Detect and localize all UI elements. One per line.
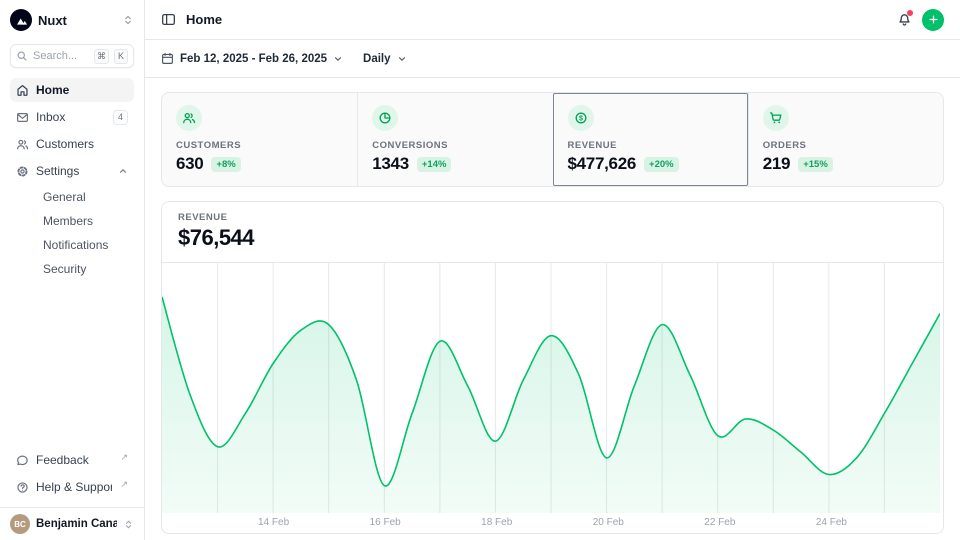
sidebar-item-label: Home [36, 83, 128, 97]
stat-label: ORDERS [763, 140, 929, 151]
add-button[interactable] [922, 9, 944, 31]
chevron-up-icon [118, 166, 128, 176]
kbd-k: K [114, 49, 128, 64]
date-range-picker[interactable]: Feb 12, 2025 - Feb 26, 2025 [161, 52, 343, 65]
stat-card-customers[interactable]: CUSTOMERS 630 +8% [162, 93, 357, 186]
chevrons-up-down-icon[interactable] [122, 14, 134, 26]
stat-card-revenue[interactable]: $ REVENUE $477,626 +20% [553, 93, 748, 186]
settings-submenu: General Members Notifications Security [10, 186, 134, 279]
sidebar-footer: Feedback ↗ Help & Support ↗ [0, 444, 144, 507]
notifications-button[interactable] [897, 12, 912, 27]
pie-chart-icon [372, 105, 398, 131]
sidebar-subitem-security[interactable]: Security [37, 258, 134, 279]
revenue-chart-card: REVENUE $76,544 14 Feb 16 Feb 18 Feb 20 Feb… [161, 201, 944, 534]
sidebar-header: Nuxt [0, 0, 144, 40]
plus-icon [928, 14, 939, 25]
users-icon [16, 138, 29, 151]
granularity-select[interactable]: Daily [363, 53, 407, 65]
kbd-meta: ⌘ [94, 49, 109, 64]
main-area: Home Feb 12, 2025 - Feb 26, 2025 Daily [145, 0, 960, 540]
chevron-down-icon [397, 54, 407, 64]
search-icon [16, 50, 28, 62]
stat-value: $477,626 [568, 154, 637, 174]
stat-value: 219 [763, 154, 790, 174]
sidebar-item-label: Inbox [36, 110, 106, 124]
stat-label: CONVERSIONS [372, 140, 538, 151]
message-circle-icon [16, 454, 29, 467]
footer-item-label: Help & Support [36, 480, 112, 494]
inbox-icon [16, 111, 29, 124]
help-circle-icon [16, 481, 29, 494]
stat-card-orders[interactable]: ORDERS 219 +15% [748, 93, 943, 186]
sidebar-item-label: Settings [36, 164, 111, 178]
dollar-circle-icon: $ [568, 105, 594, 131]
stat-label: REVENUE [568, 140, 734, 151]
feedback-link[interactable]: Feedback ↗ [10, 448, 134, 472]
home-icon [16, 84, 29, 97]
search-input[interactable]: Search... ⌘ K [10, 44, 134, 68]
inbox-count-badge: 4 [113, 110, 128, 125]
user-name: Benjamin Canac [36, 518, 117, 530]
chevrons-up-down-icon [123, 519, 134, 530]
chart-current-value: $76,544 [178, 225, 927, 251]
footer-item-label: Feedback [36, 453, 112, 467]
stat-value: 1343 [372, 154, 409, 174]
users-icon [176, 105, 202, 131]
stat-delta-badge: +20% [644, 157, 679, 172]
chart-body: 14 Feb 16 Feb 18 Feb 20 Feb 22 Feb 24 Feb [162, 263, 943, 533]
stats-row: CUSTOMERS 630 +8% CONVERSIONS 1343 +14% [161, 92, 944, 187]
stat-value: 630 [176, 154, 203, 174]
x-axis-tick: 22 Feb [704, 517, 735, 528]
calendar-icon [161, 52, 174, 65]
date-range-value: Feb 12, 2025 - Feb 26, 2025 [180, 53, 327, 65]
sidebar: Nuxt Search... ⌘ K Home Inbox 4 [0, 0, 145, 540]
page-title: Home [186, 12, 222, 27]
x-axis-tick: 16 Feb [370, 517, 401, 528]
dashboard-content: CUSTOMERS 630 +8% CONVERSIONS 1343 +14% [145, 78, 960, 540]
granularity-value: Daily [363, 53, 391, 65]
stat-delta-badge: +14% [417, 157, 452, 172]
avatar: BC [10, 514, 30, 534]
user-menu[interactable]: BC Benjamin Canac [0, 507, 144, 540]
external-link-icon: ↗ [120, 479, 128, 490]
x-axis: 14 Feb 16 Feb 18 Feb 20 Feb 22 Feb 24 Feb [162, 513, 943, 533]
stat-delta-badge: +15% [798, 157, 833, 172]
gear-icon [16, 165, 29, 178]
chart-title: REVENUE [178, 212, 927, 223]
help-support-link[interactable]: Help & Support ↗ [10, 475, 134, 499]
x-axis-tick: 20 Feb [593, 517, 624, 528]
x-axis-tick: 14 Feb [258, 517, 289, 528]
cart-icon [763, 105, 789, 131]
filters-toolbar: Feb 12, 2025 - Feb 26, 2025 Daily [145, 40, 960, 78]
sidebar-item-customers[interactable]: Customers [10, 132, 134, 156]
sidebar-subitem-notifications[interactable]: Notifications [37, 234, 134, 255]
chevron-down-icon [333, 54, 343, 64]
x-axis-tick: 24 Feb [816, 517, 847, 528]
page-header: Home [145, 0, 960, 40]
external-link-icon: ↗ [120, 452, 128, 463]
sidebar-subitem-members[interactable]: Members [37, 210, 134, 231]
sidebar-subitem-general[interactable]: General [37, 186, 134, 207]
search-placeholder: Search... [33, 50, 89, 62]
app-name: Nuxt [38, 13, 116, 28]
notification-dot [907, 10, 913, 16]
chart-header: REVENUE $76,544 [162, 202, 943, 263]
stat-delta-badge: +8% [211, 157, 240, 172]
svg-text:$: $ [579, 115, 583, 122]
stat-label: CUSTOMERS [176, 140, 343, 151]
sidebar-item-label: Customers [36, 137, 128, 151]
panel-left-icon[interactable] [161, 12, 176, 27]
x-axis-tick: 18 Feb [481, 517, 512, 528]
stat-card-conversions[interactable]: CONVERSIONS 1343 +14% [357, 93, 552, 186]
sidebar-nav: Home Inbox 4 Customers Settings Ge [0, 78, 144, 444]
sidebar-item-inbox[interactable]: Inbox 4 [10, 105, 134, 129]
sidebar-item-settings[interactable]: Settings [10, 159, 134, 183]
sidebar-item-home[interactable]: Home [10, 78, 134, 102]
revenue-area-chart[interactable] [162, 263, 940, 513]
nuxt-logo [10, 9, 32, 31]
